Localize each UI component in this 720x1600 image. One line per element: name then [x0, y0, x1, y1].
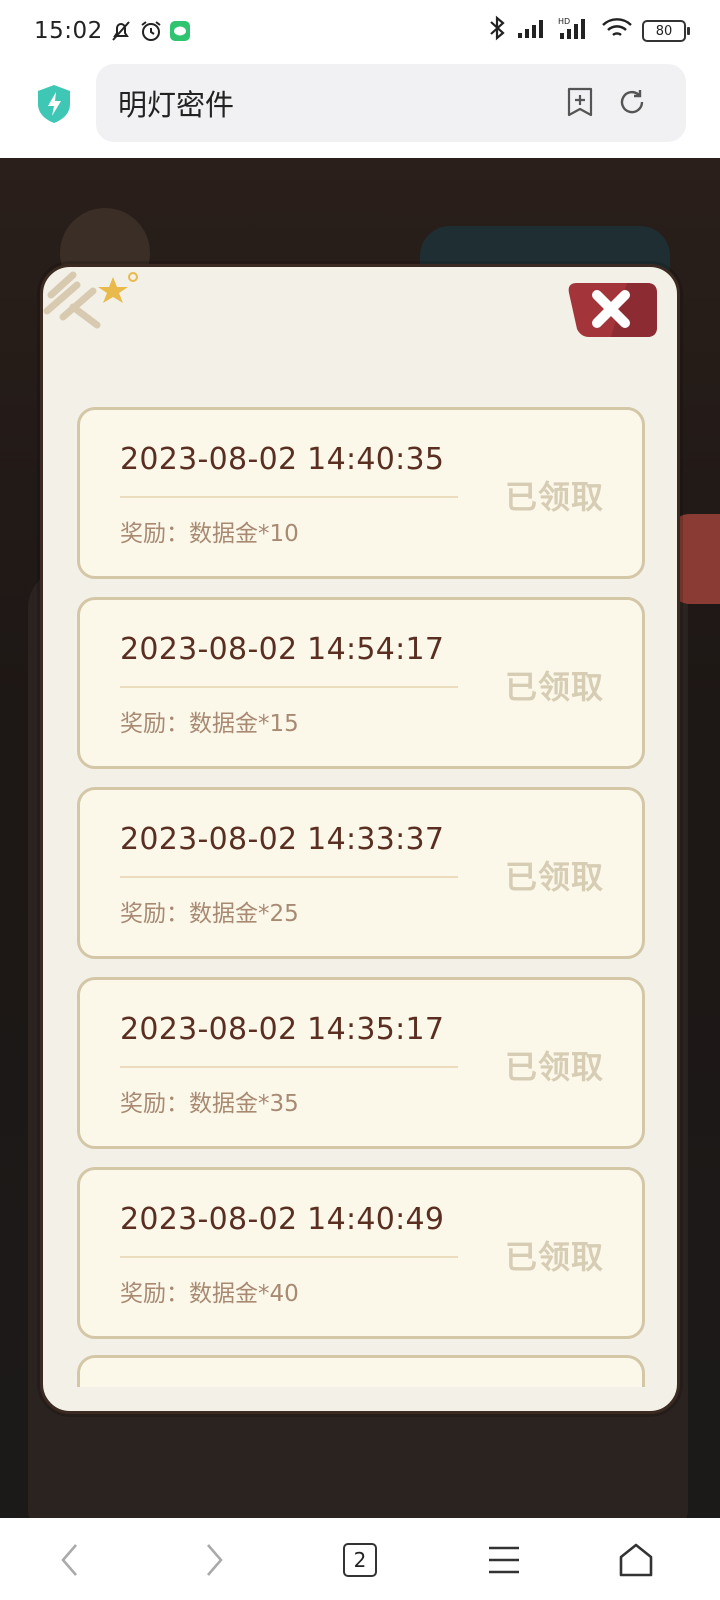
claim-record-card-partial [77, 1355, 645, 1387]
status-bar: 15:02 HD 80 [0, 0, 720, 62]
claim-record-card: 2023-08-02 14:40:35 奖励：数据金*10 已领取 [77, 407, 645, 579]
refresh-icon[interactable] [616, 86, 648, 118]
security-shield-icon[interactable] [36, 84, 72, 124]
record-reward: 奖励：数据金*15 [120, 711, 299, 737]
claim-record-card: 2023-08-02 14:35:17 奖励：数据金*35 已领取 [77, 977, 645, 1149]
browser-address-bar: 明灯密件 [0, 62, 720, 158]
bluetooth-icon [486, 15, 508, 47]
close-button[interactable] [567, 279, 659, 341]
chevron-right-icon [207, 1544, 223, 1576]
alarm-icon [139, 19, 163, 43]
record-time: 2023-08-02 14:40:35 [120, 442, 445, 477]
divider [120, 1066, 458, 1068]
chevron-left-icon [61, 1544, 77, 1576]
record-reward: 奖励：数据金*10 [120, 521, 299, 547]
home-icon [619, 1543, 653, 1577]
divider [120, 496, 458, 498]
battery-icon: 80 [642, 20, 690, 42]
tabs-button[interactable]: 2 [330, 1532, 390, 1588]
mute-bell-icon [109, 19, 133, 43]
record-reward: 奖励：数据金*40 [120, 1281, 299, 1307]
claimed-status: 已领取 [504, 1238, 604, 1276]
add-bookmark-icon[interactable] [564, 86, 596, 118]
back-button[interactable] [40, 1532, 100, 1588]
hd-signal-icon: HD [558, 16, 592, 46]
claim-history-modal: 2023-08-02 14:40:35 奖励：数据金*10 已领取 2023-0… [40, 264, 680, 1414]
page-title: 明灯密件 [118, 88, 235, 122]
url-field[interactable]: 明灯密件 [96, 64, 686, 142]
browser-bottom-nav: 2 [0, 1518, 720, 1600]
tab-count-box: 2 [343, 1543, 377, 1577]
record-time: 2023-08-02 14:33:37 [120, 822, 445, 857]
divider [120, 686, 458, 688]
menu-button[interactable] [474, 1532, 534, 1588]
divider [120, 876, 458, 878]
svg-text:HD: HD [558, 17, 570, 26]
claim-record-card: 2023-08-02 14:54:17 奖励：数据金*15 已领取 [77, 597, 645, 769]
record-reward: 奖励：数据金*35 [120, 1091, 299, 1117]
record-time: 2023-08-02 14:35:17 [120, 1012, 445, 1047]
claimed-status: 已领取 [504, 478, 604, 516]
signal-icon [516, 17, 550, 45]
claim-record-card: 2023-08-02 14:33:37 奖励：数据金*25 已领取 [77, 787, 645, 959]
record-time: 2023-08-02 14:54:17 [120, 632, 445, 667]
record-time: 2023-08-02 14:40:49 [120, 1202, 445, 1237]
menu-icon [489, 1546, 519, 1574]
wifi-icon [600, 16, 634, 46]
corner-ornament-icon [43, 271, 138, 329]
chat-app-icon [169, 20, 191, 42]
claimed-status: 已领取 [504, 668, 604, 706]
record-reward: 奖励：数据金*25 [120, 901, 299, 927]
home-button[interactable] [606, 1532, 666, 1588]
claimed-status: 已领取 [504, 1048, 604, 1086]
claim-record-list[interactable]: 2023-08-02 14:40:35 奖励：数据金*10 已领取 2023-0… [77, 407, 645, 1387]
forward-button[interactable] [184, 1532, 244, 1588]
divider [120, 1256, 458, 1258]
claimed-status: 已领取 [504, 858, 604, 896]
clock: 15:02 [34, 18, 103, 44]
claim-record-card: 2023-08-02 14:40:49 奖励：数据金*40 已领取 [77, 1167, 645, 1339]
tab-count: 2 [353, 1548, 367, 1572]
